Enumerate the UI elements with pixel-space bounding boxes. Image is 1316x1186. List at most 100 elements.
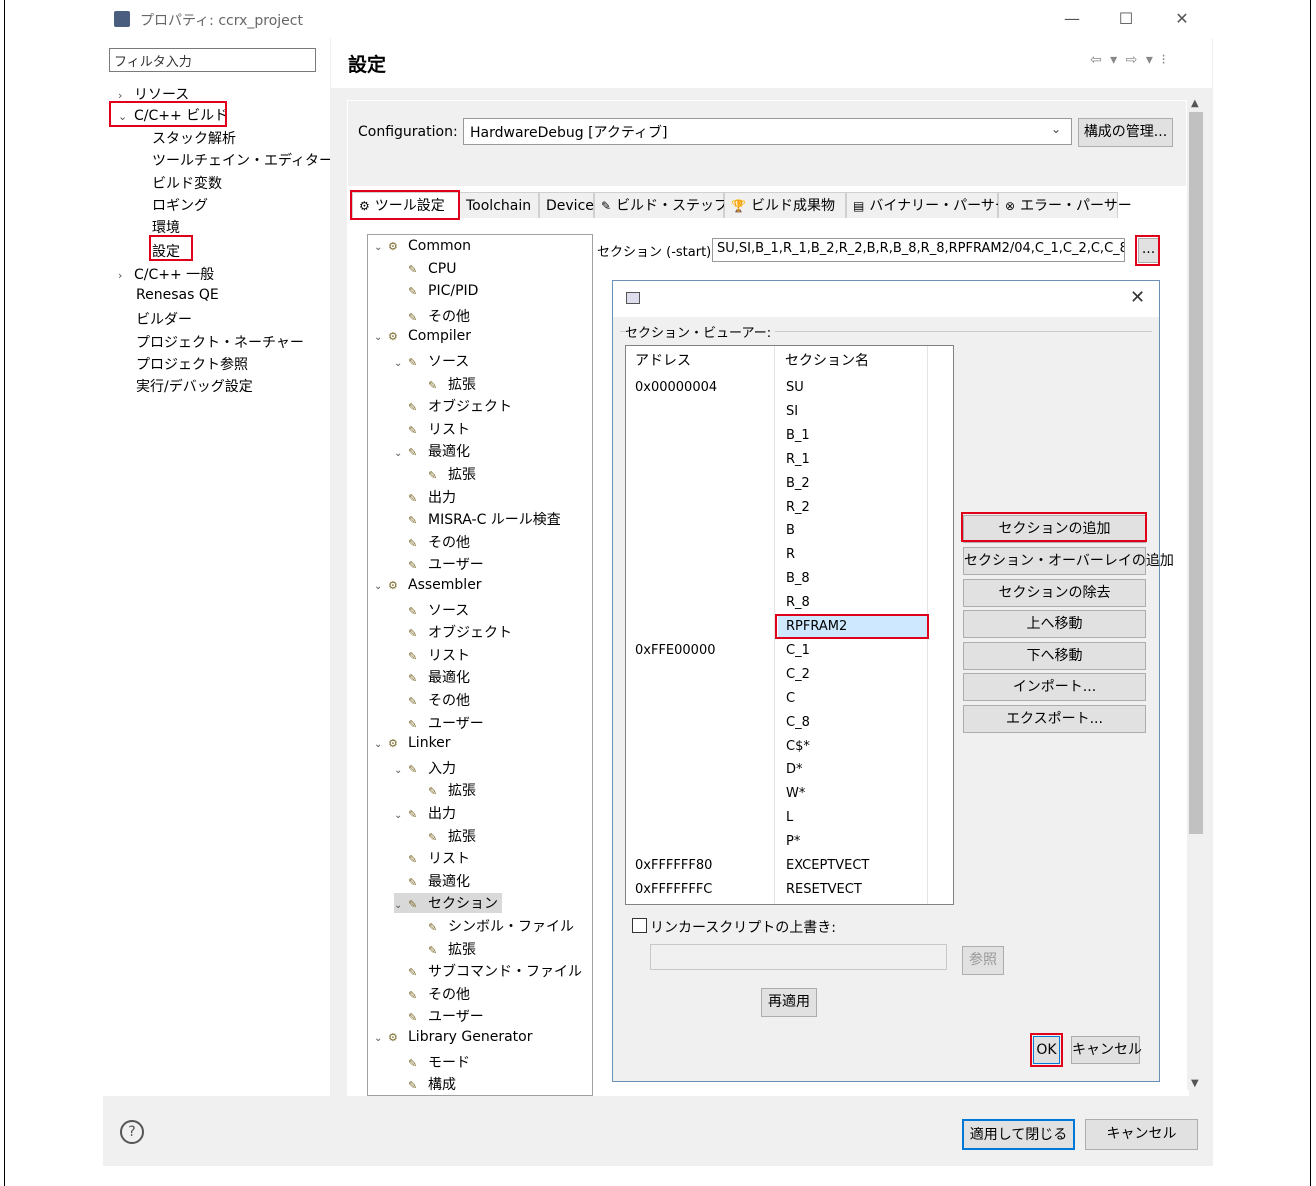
tree-node[interactable]: ✎ オブジェクト [394, 396, 512, 416]
tree-node[interactable]: ⌄ ✎ 最適化 [394, 441, 470, 461]
section-action-button[interactable]: 下へ移動 [963, 642, 1146, 670]
chevron-down-icon[interactable]: ⌄ [394, 358, 408, 369]
scroll-down-icon[interactable]: ▼ [1191, 1078, 1199, 1089]
row-address[interactable]: 0x00000004 [635, 380, 717, 395]
row-section-name[interactable]: C_8 [786, 715, 810, 730]
nav-item[interactable]: › C/C++ 一般 [118, 264, 214, 284]
tab[interactable]: ⊗ エラー・パーサー [998, 192, 1132, 218]
tree-node[interactable]: ✎ オブジェクト [394, 622, 512, 642]
row-section-name[interactable]: RESETVECT [786, 882, 862, 897]
row-section-name[interactable]: SU [786, 380, 804, 395]
tab[interactable]: 🏆 ビルド成果物 [724, 192, 846, 218]
tab[interactable]: Device [539, 192, 594, 218]
chevron-down-icon[interactable]: ⌄ [374, 242, 388, 253]
tree-node[interactable]: ⌄ ✎ セクション [394, 893, 502, 914]
row-section-name[interactable]: R [786, 547, 795, 562]
tree-node[interactable]: ✎ MISRA-C ルール検査 [394, 509, 561, 529]
row-address[interactable]: 0xFFFFFF80 [635, 858, 712, 873]
nav-item[interactable]: プロジェクト・ネーチャー [136, 332, 304, 352]
chevron-down-icon[interactable]: ⌄ [394, 810, 408, 821]
cancel-button[interactable]: キャンセル [1085, 1119, 1198, 1150]
row-section-name[interactable]: C [786, 691, 795, 706]
tree-node[interactable]: ✎ 拡張 [414, 826, 476, 846]
help-icon[interactable]: ? [120, 1120, 144, 1144]
override-linker-script-checkbox[interactable] [632, 918, 647, 933]
filter-input[interactable]: フィルタ入力 [109, 48, 316, 72]
tree-node[interactable]: ✎ サブコマンド・ファイル [394, 961, 582, 981]
row-section-name[interactable]: W* [786, 786, 805, 801]
tree-node[interactable]: ✎ ソース [394, 600, 469, 620]
tree-node[interactable]: ✎ リスト [394, 848, 470, 868]
section-action-button[interactable]: 上へ移動 [963, 610, 1146, 638]
tree-node[interactable]: ✎ 最適化 [394, 667, 470, 687]
nav-item[interactable]: プロジェクト参照 [136, 354, 248, 374]
apply-and-close-button[interactable]: 適用して閉じる [962, 1119, 1075, 1150]
section-action-button[interactable]: セクションの除去 [963, 579, 1146, 607]
tree-node[interactable]: ✎ その他 [394, 690, 470, 710]
nav-item[interactable]: ビルダー [136, 309, 192, 329]
scroll-up-icon[interactable]: ▲ [1191, 98, 1199, 109]
row-section-name[interactable]: R_8 [786, 595, 810, 610]
tree-node[interactable]: ✎ モード [394, 1052, 470, 1072]
nav-item[interactable]: 実行/デバッグ設定 [136, 376, 253, 396]
nav-item[interactable]: 環境 [152, 217, 180, 237]
row-section-name[interactable]: D* [786, 762, 803, 777]
tree-node[interactable]: ✎ リスト [394, 419, 470, 439]
tree-node[interactable]: ✎ その他 [394, 306, 470, 326]
minimize-button[interactable]: — [1060, 7, 1084, 31]
tab[interactable]: ✎ ビルド・ステップ [594, 192, 728, 218]
tree-node[interactable]: ✎ 拡張 [414, 939, 476, 959]
row-section-name[interactable]: C$* [786, 739, 810, 754]
tree-node[interactable]: ⌄ ⚙ Linker [374, 735, 451, 751]
nav-item[interactable]: ビルド変数 [152, 173, 222, 193]
dialog-close-button[interactable]: ✕ [1130, 287, 1145, 308]
tree-node[interactable]: ⌄ ⚙ Compiler [374, 328, 471, 344]
row-section-name[interactable]: P* [786, 834, 800, 849]
row-section-name[interactable]: C_2 [786, 667, 810, 682]
row-section-name[interactable]: B [786, 523, 795, 538]
row-section-name[interactable]: L [786, 810, 793, 825]
chevron-down-icon[interactable]: ⌄ [394, 448, 408, 459]
tree-node[interactable]: ✎ その他 [394, 984, 470, 1004]
section-start-input[interactable]: SU,SI,B_1,R_1,B_2,R_2,B,R,B_8,R_8,RPFRAM… [712, 238, 1125, 262]
row-address[interactable]: 0xFFE00000 [635, 643, 716, 658]
reapply-button[interactable]: 再適用 [761, 988, 817, 1017]
tree-node[interactable]: ✎ CPU [394, 261, 456, 277]
row-section-name[interactable]: R_2 [786, 500, 810, 515]
tree-node[interactable]: ✎ 構成 [394, 1074, 456, 1094]
tree-node[interactable]: ⌄ ✎ ソース [394, 351, 469, 371]
row-section-name[interactable]: EXCEPTVECT [786, 858, 869, 873]
chevron-down-icon[interactable]: ⌄ [394, 765, 408, 776]
dialog-cancel-button[interactable]: キャンセル [1071, 1036, 1142, 1064]
manage-configurations-button[interactable]: 構成の管理... [1078, 118, 1173, 147]
section-action-button[interactable]: エクスポート... [963, 705, 1146, 733]
tab[interactable]: Toolchain [459, 192, 539, 218]
tree-node[interactable]: ✎ ユーザー [394, 1006, 484, 1026]
row-section-name[interactable]: B_2 [786, 476, 810, 491]
tree-node[interactable]: ✎ 拡張 [414, 374, 476, 394]
tree-node[interactable]: ✎ PIC/PID [394, 283, 478, 299]
chevron-down-icon[interactable]: ⌄ [374, 332, 388, 343]
row-section-name[interactable]: B_1 [786, 428, 810, 443]
tree-node[interactable]: ✎ 出力 [394, 487, 456, 507]
scrollbar-thumb[interactable] [1189, 112, 1203, 834]
close-button[interactable]: ✕ [1170, 7, 1194, 31]
tree-node[interactable]: ✎ 拡張 [414, 464, 476, 484]
section-action-button[interactable]: インポート... [963, 673, 1146, 701]
tree-node[interactable]: ⌄ ⚙ Common [374, 238, 471, 254]
browse-button[interactable]: 参照 [962, 946, 1004, 975]
tree-node[interactable]: ✎ ユーザー [394, 713, 484, 733]
chevron-down-icon[interactable]: ⌄ [374, 1033, 388, 1044]
row-section-name[interactable]: R_1 [786, 452, 810, 467]
tab[interactable]: ▤ バイナリー・パーサー [846, 192, 1009, 218]
tree-node[interactable]: ✎ その他 [394, 532, 470, 552]
chevron-down-icon[interactable]: ⌄ [374, 581, 388, 592]
row-section-name[interactable]: C_1 [786, 643, 810, 658]
section-action-button[interactable]: セクション・オーバーレイの追加 [963, 547, 1174, 575]
column-header-section[interactable]: セクション名 [775, 345, 927, 377]
row-section-name[interactable]: SI [786, 404, 798, 419]
tree-node[interactable]: ✎ シンボル・ファイル [414, 916, 574, 936]
tree-node[interactable]: ⌄ ✎ 入力 [394, 758, 456, 778]
tree-node[interactable]: ⌄ ✎ 出力 [394, 803, 456, 823]
tree-node[interactable]: ✎ ユーザー [394, 554, 484, 574]
